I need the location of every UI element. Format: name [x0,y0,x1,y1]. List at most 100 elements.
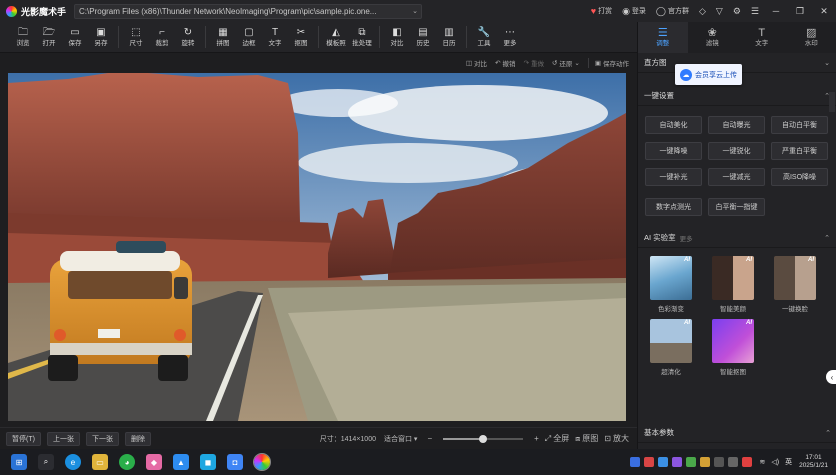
official-group-button[interactable]: ◯ 官方群 [656,6,689,17]
fit-full-button[interactable]: ⤢ 全屏 [545,433,569,444]
tray-icon[interactable] [714,457,725,467]
mode-dropdown[interactable]: 暂停(T) [6,431,41,446]
wechat-icon[interactable]: ◕ [119,454,135,470]
text-tab-icon: T [758,27,766,39]
tab-filter[interactable]: ❀ 滤镜 [688,22,738,53]
windows-taskbar: ⊞ ⌕ e ▭ ◕ ◆ ▲ ◼ ◘ ≋ ◁) 英 17:01 2025/1/21 [0,449,836,475]
preset-reduce-light[interactable]: 一键减光 [708,168,765,186]
ai-item-super-resolution[interactable]: AI 超清化 [650,319,692,376]
search-icon[interactable]: ⌕ [38,454,54,470]
tray-icon[interactable] [644,457,655,467]
tab-text[interactable]: T 文字 [737,22,787,53]
preset-sharpen[interactable]: 一键锐化 [708,142,765,160]
zoom-slider-knob[interactable] [479,434,488,443]
preset-strict-white-balance[interactable]: 严重白平衡 [771,142,828,160]
tool-template[interactable]: ◭ 模板照 [323,22,349,53]
rotate-icon: ↻ [183,27,193,38]
tool-open[interactable]: 🗁 打开 [36,22,62,53]
tool-more-a[interactable]: ▥ 日历 [436,22,462,53]
zoom-button[interactable]: ⊡ 放大 [604,433,629,444]
tool-tools[interactable]: 🔧 工具 [471,22,497,53]
skin-button[interactable]: ◇ [699,6,706,17]
chevron-down-icon[interactable]: ⌄ [412,7,418,15]
preset-auto-beautify[interactable]: 自动美化 [645,116,702,134]
ai-item-smart-beauty[interactable]: AI 智能美颜 [712,256,754,313]
tip-button[interactable]: ♥ 打赏 [591,6,612,16]
prev-image-button[interactable]: 上一张 [46,431,80,446]
tool-save[interactable]: ▭ 保存 [62,22,88,53]
panel-scroll-handle[interactable] [829,92,835,112]
login-button[interactable]: ◉ 登录 [622,6,646,17]
compare-button[interactable]: ◫ 对比 [466,58,487,68]
tool-rotate[interactable]: ↻ 旋转 [175,22,201,53]
redo-button[interactable]: ↷ 重做 [523,58,543,68]
minimize-button[interactable]: ─ [764,6,788,16]
zoom-in-icon[interactable]: + [534,434,539,443]
zoom-slider[interactable] [443,434,524,443]
tool-batch[interactable]: ⧉ 批处理 [349,22,375,53]
volume-icon[interactable]: ◁) [771,458,779,466]
tool-matting[interactable]: ✂ 抠图 [288,22,314,53]
tray-icon[interactable] [700,457,711,467]
preset-high-iso-denoise[interactable]: 高ISO降噪 [771,168,828,186]
next-image-button[interactable]: 下一张 [85,431,119,446]
tray-icon[interactable] [658,457,669,467]
undo-button[interactable]: ↶ 撤销 [495,58,515,68]
collapse-panel-button[interactable]: ‹ [826,370,836,384]
file-explorer-icon[interactable]: ▭ [92,454,108,470]
restore-button[interactable]: ↺ 还原 ⌄ [552,58,580,68]
menu-button[interactable]: ☰ [751,6,759,17]
tool-more[interactable]: ⋯ 更多 [497,22,523,53]
system-clock[interactable]: 17:01 2025/1/21 [799,454,828,470]
tool-size[interactable]: ⬚ 尺寸 [123,22,149,53]
ai-item-face-swap[interactable]: AI 一键换脸 [774,256,816,313]
edge-icon[interactable]: e [65,454,81,470]
tray-icon[interactable] [742,457,753,467]
cloud-upload-button[interactable]: ☁ 会员享云上传 [675,64,742,85]
tray-icon[interactable] [630,457,641,467]
one-click-section-header[interactable]: 一键设置 ⌃ [638,86,836,106]
fit-window-dropdown[interactable]: 适合窗口 ▾ [384,434,417,444]
ai-item-smart-matting[interactable]: AI 智能抠图 [712,319,754,376]
file-path-box[interactable]: C:\Program Files (x86)\Thunder Network\N… [74,3,423,19]
tray-icon[interactable] [672,457,683,467]
app-icon-cyan[interactable]: ◼ [200,454,216,470]
preset-auto-exposure[interactable]: 自动曝光 [708,116,765,134]
wifi-icon[interactable]: ≋ [759,458,765,466]
start-icon[interactable]: ⊞ [11,454,27,470]
maximize-button[interactable]: ❐ [788,6,812,17]
tool-text[interactable]: T 文字 [262,22,288,53]
tool-border[interactable]: ▢ 边框 [236,22,262,53]
app-icon-shield[interactable]: ◘ [227,454,243,470]
original-size-button[interactable]: ⧈ 原图 [575,433,598,444]
tool-history[interactable]: ▤ 历史 [410,22,436,53]
preset-fill-light[interactable]: 一键补光 [645,168,702,186]
preset-spot-metering[interactable]: 数字点测光 [645,198,702,216]
tool-browse[interactable]: 🗀 浏览 [10,22,36,53]
preset-auto-white-balance[interactable]: 自动白平衡 [771,116,828,134]
preset-denoise[interactable]: 一键降噪 [645,142,702,160]
delete-button[interactable]: 删除 [124,431,151,446]
ai-lab-section-header[interactable]: AI 实验室 更多 ⌃ [638,228,836,248]
tab-adjust[interactable]: ☰ 调整 [638,22,688,53]
neoimaging-taskbar-icon[interactable] [253,453,271,471]
preset-white-balance-pick[interactable]: 白平衡一指键 [708,198,765,216]
tray-icon[interactable] [686,457,697,467]
tool-save-as[interactable]: ▣ 另存 [88,22,114,53]
save-action-button[interactable]: ▣ 保存动作 [595,58,629,68]
tool-crop[interactable]: ⌐ 裁剪 [149,22,175,53]
tool-collage[interactable]: ▦ 拼图 [210,22,236,53]
tab-watermark[interactable]: ▨ 水印 [787,22,836,53]
zoom-out-icon[interactable]: − [427,434,432,443]
basic-params-section-header[interactable]: 基本参数 ⌃ [638,423,836,443]
tray-icon[interactable] [728,457,739,467]
close-button[interactable]: ✕ [812,6,836,17]
settings-button[interactable]: ⚙ [733,6,741,17]
input-language[interactable]: 英 [785,457,792,467]
app-icon-blue[interactable]: ▲ [173,454,189,470]
theme-button[interactable]: ▽ [716,6,723,17]
app-icon-pink[interactable]: ◆ [146,454,162,470]
image-canvas[interactable] [8,73,626,421]
ai-item-color-gradient[interactable]: AI 色彩渐变 [650,256,692,313]
tool-compare[interactable]: ◧ 对比 [384,22,410,53]
